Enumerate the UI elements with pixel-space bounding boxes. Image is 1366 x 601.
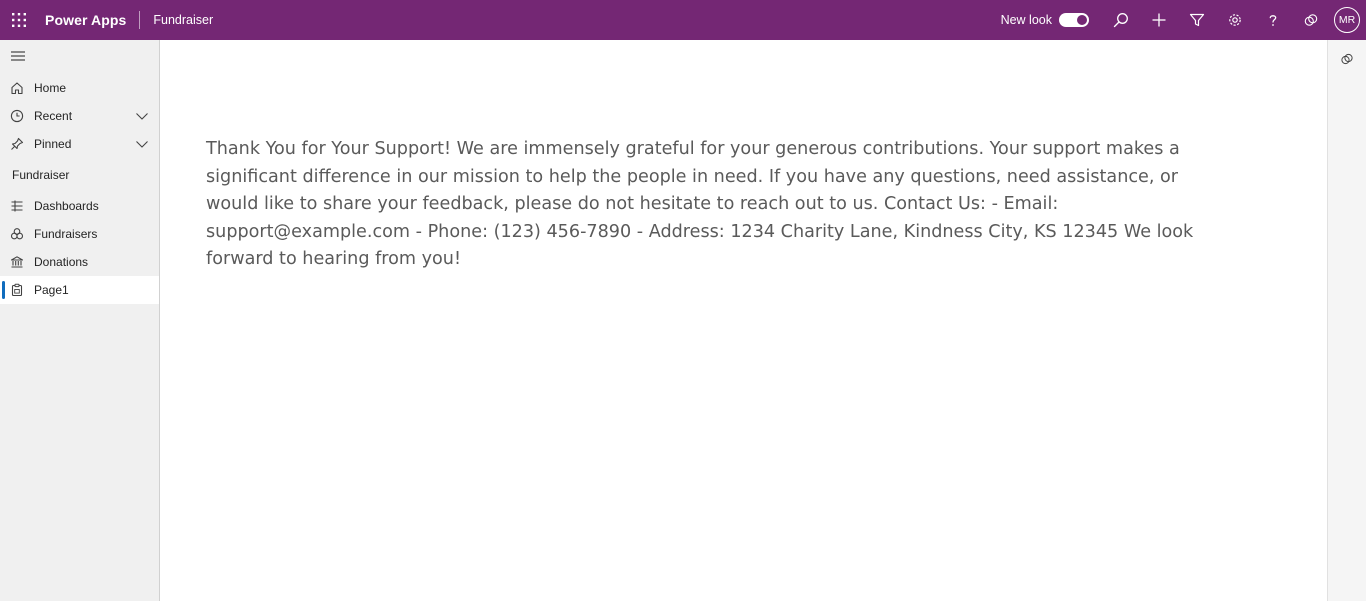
sidebar-item-label: Home <box>34 81 67 95</box>
sidebar-item-label: Page1 <box>34 283 69 297</box>
waffle-icon[interactable] <box>1 0 37 40</box>
brand-title[interactable]: Power Apps <box>45 12 126 28</box>
page-icon <box>10 283 24 297</box>
avatar[interactable]: MR <box>1334 7 1360 33</box>
sidebar-item-label: Donations <box>34 255 89 269</box>
sidebar-item-dashboards[interactable]: Dashboards <box>0 192 159 220</box>
help-icon[interactable] <box>1254 0 1292 40</box>
chevron-down-icon[interactable] <box>135 109 149 123</box>
search-icon[interactable] <box>1102 0 1140 40</box>
bank-icon <box>10 255 24 269</box>
top-bar: Power Apps Fundraiser New look MR <box>0 0 1366 40</box>
dashboard-icon <box>10 199 24 213</box>
sidebar-item-label: Recent <box>34 109 73 123</box>
copilot-icon[interactable] <box>1292 0 1330 40</box>
fundraisers-icon <box>10 227 24 241</box>
clock-icon <box>10 109 24 123</box>
top-bar-actions: New look MR <box>1001 0 1366 40</box>
main-content: Thank You for Your Support! We are immen… <box>160 40 1327 601</box>
title-divider <box>139 11 141 29</box>
settings-icon[interactable] <box>1216 0 1254 40</box>
sidebar-item-donations[interactable]: Donations <box>0 248 159 276</box>
sidebar-item-label: Pinned <box>34 137 72 151</box>
sidebar-item-fundraisers[interactable]: Fundraisers <box>0 220 159 248</box>
sidebar-item-page1[interactable]: Page1 <box>0 276 159 304</box>
new-look-label: New look <box>1000 13 1052 27</box>
sidebar-group-label: Fundraiser <box>12 168 70 182</box>
add-icon[interactable] <box>1140 0 1178 40</box>
sidebar-item-recent[interactable]: Recent <box>0 102 159 130</box>
support-message: Thank You for Your Support! We are immen… <box>206 139 1194 269</box>
right-rail <box>1327 40 1366 601</box>
sidebar-item-label: Dashboards <box>34 199 99 213</box>
toggle-knob <box>1077 15 1087 25</box>
sidebar-item-home[interactable]: Home <box>0 74 159 102</box>
sidebar-item-label: Fundraisers <box>34 227 98 241</box>
new-look-toggle[interactable] <box>1059 13 1089 27</box>
home-icon <box>10 81 24 95</box>
hamburger-menu-icon[interactable] <box>8 48 28 64</box>
app-name[interactable]: Fundraiser <box>153 13 213 27</box>
sidebar: Home Recent Pinned Fundraiser Dashboards… <box>0 40 160 601</box>
chevron-down-icon[interactable] <box>135 137 149 151</box>
pin-icon <box>10 137 24 151</box>
copilot-icon[interactable] <box>1340 52 1354 66</box>
sidebar-item-pinned[interactable]: Pinned <box>0 130 159 158</box>
filter-icon[interactable] <box>1178 0 1216 40</box>
